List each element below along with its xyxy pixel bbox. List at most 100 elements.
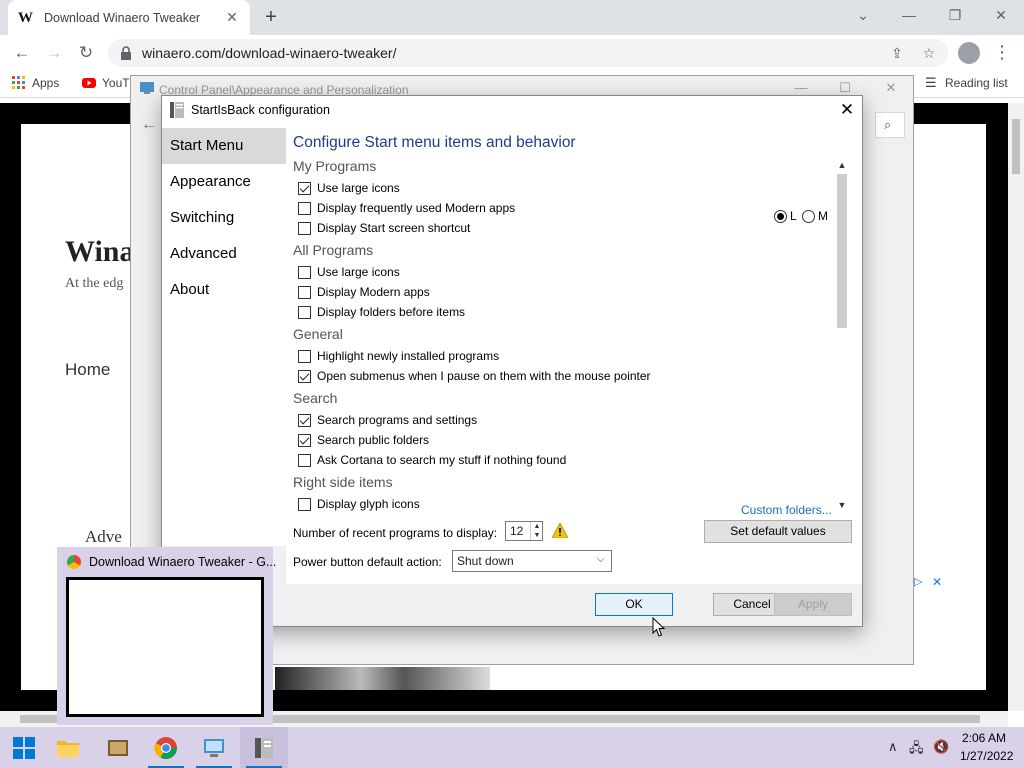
control-panel-icon [140, 82, 154, 94]
minimize-button[interactable]: — [894, 4, 924, 26]
checkbox[interactable] [298, 201, 311, 215]
option-label: Use large icons [317, 181, 400, 195]
nav-item-start-menu[interactable]: Start Menu [162, 128, 286, 164]
option-row[interactable]: Display Modern apps [298, 284, 430, 300]
options-scrollbar[interactable]: ▲ ▼ [834, 160, 850, 512]
chrome-menu-icon[interactable]: ⋮ [992, 41, 1012, 65]
nav-item-switching[interactable]: Switching [162, 200, 286, 236]
windows-logo-icon [13, 737, 35, 759]
option-row[interactable]: Highlight newly installed programs [298, 348, 499, 364]
taskbar-app[interactable] [94, 727, 142, 768]
set-default-values-button[interactable]: Set default values [704, 520, 852, 543]
tab-close-icon[interactable]: ✕ [224, 9, 240, 26]
show-hidden-icons-chevron-icon[interactable]: ∧ [888, 739, 898, 755]
share-icon[interactable]: ⇪ [888, 44, 906, 62]
checkbox[interactable] [298, 349, 311, 363]
radio-button[interactable] [774, 209, 787, 223]
dialog-close-button[interactable]: ✕ [834, 98, 860, 122]
bookmark-apps[interactable]: Apps [12, 76, 59, 90]
site-title[interactable]: Wina [65, 235, 134, 269]
radio-button[interactable] [802, 209, 815, 223]
page-vertical-scrollbar[interactable] [1008, 103, 1024, 711]
home-link[interactable]: Home [65, 360, 110, 380]
checkbox[interactable] [298, 369, 311, 383]
nav-item-advanced[interactable]: Advanced [162, 236, 286, 272]
scrollbar-thumb[interactable] [1012, 119, 1020, 174]
option-label: Highlight newly installed programs [317, 349, 500, 363]
reading-list-button[interactable]: ☰ Reading list [925, 76, 1008, 91]
stepper-value[interactable]: 12 [510, 524, 523, 538]
radio-medium-icons[interactable]: M [802, 209, 828, 223]
option-row[interactable]: Ask Cortana to search my stuff if nothin… [298, 452, 566, 468]
checkbox[interactable] [298, 413, 311, 427]
option-row[interactable]: Use large icons [298, 180, 400, 196]
custom-folders-link[interactable]: Custom folders... [741, 503, 832, 517]
lock-icon[interactable] [120, 46, 132, 60]
checkbox[interactable] [298, 265, 311, 279]
option-row[interactable]: Use large icons [298, 264, 400, 280]
reload-button[interactable]: ↻ [74, 41, 98, 65]
option-row[interactable]: Display Start screen shortcut [298, 220, 470, 236]
option-row[interactable]: Open submenus when I pause on them with … [298, 368, 651, 384]
group-all-programs: All Programs [293, 242, 374, 258]
cp-close-button[interactable]: ✕ [881, 80, 901, 98]
nav-item-appearance[interactable]: Appearance [162, 164, 286, 200]
scroll-up-icon[interactable]: ▲ [837, 160, 847, 170]
recent-programs-stepper[interactable]: 12 ▲ ▼ [505, 521, 543, 541]
address-bar[interactable]: winaero.com/download-winaero-tweaker/ ⇪ … [108, 39, 948, 67]
url-text[interactable]: winaero.com/download-winaero-tweaker/ [142, 45, 396, 61]
ok-button[interactable]: OK [595, 593, 673, 616]
clock-time[interactable]: 2:06 AM [962, 731, 1006, 745]
thumbnail-preview[interactable] [66, 577, 264, 717]
scroll-down-icon[interactable]: ▼ [837, 500, 847, 510]
taskbar-chrome[interactable] [142, 727, 190, 768]
radio-large-icons[interactable]: L [774, 209, 797, 223]
checkbox[interactable] [298, 497, 311, 511]
cp-back-icon[interactable]: ← [141, 116, 157, 134]
volume-muted-icon[interactable]: 🔇 [933, 739, 949, 755]
stepper-up-icon[interactable]: ▲ [531, 522, 543, 531]
scrollbar-thumb[interactable] [837, 174, 847, 328]
cp-search-box[interactable]: ⌕ [875, 112, 905, 138]
checkbox[interactable] [298, 181, 311, 195]
taskbar-control-panel[interactable] [190, 727, 238, 768]
option-row[interactable]: Display glyph icons [298, 496, 420, 512]
adchoices-icon[interactable]: ▷ [914, 575, 928, 589]
power-action-select[interactable]: Shut down ⌵ [452, 550, 612, 572]
start-button[interactable] [0, 727, 48, 768]
network-icon[interactable]: 🖧 [909, 739, 924, 761]
new-tab-button[interactable]: + [260, 6, 282, 28]
nav-item-about[interactable]: About [162, 272, 286, 308]
page-title: Configure Start menu items and behavior [293, 134, 576, 151]
restore-button[interactable]: ❐ [940, 4, 970, 26]
clock-date[interactable]: 1/27/2022 [960, 749, 1013, 763]
bookmark-youtube-label: YouT [102, 76, 130, 90]
forward-button[interactable]: → [42, 41, 66, 65]
option-label: Search public folders [317, 433, 430, 447]
tab-search-icon[interactable]: ⌄ [848, 4, 878, 26]
profile-avatar[interactable] [958, 42, 980, 64]
checkbox[interactable] [298, 285, 311, 299]
bookmark-youtube[interactable]: YouT [82, 76, 130, 90]
checkbox[interactable] [298, 305, 311, 319]
dialog-titlebar[interactable]: StartIsBack configuration ✕ [162, 96, 862, 124]
checkbox[interactable] [298, 453, 311, 467]
taskbar-thumbnail[interactable]: Download Winaero Tweaker - G... [57, 547, 276, 725]
bookmark-star-icon[interactable]: ☆ [920, 44, 938, 62]
apply-button[interactable]: Apply [774, 593, 852, 616]
back-button[interactable]: ← [10, 41, 34, 65]
option-row[interactable]: Search programs and settings [298, 412, 477, 428]
taskbar-file-explorer[interactable] [44, 727, 92, 768]
ad-close-icon[interactable]: ✕ [930, 575, 944, 589]
checkbox[interactable] [298, 433, 311, 447]
close-window-button[interactable]: ✕ [986, 4, 1016, 26]
checkbox[interactable] [298, 221, 311, 235]
option-row[interactable]: Search public folders [298, 432, 429, 448]
stepper-down-icon[interactable]: ▼ [531, 531, 543, 540]
advert-heading: Adve [85, 527, 122, 546]
taskbar-startisback[interactable] [240, 727, 288, 768]
group-right-side-items: Right side items [293, 474, 393, 490]
option-row[interactable]: Display frequently used Modern apps [298, 200, 515, 216]
option-row[interactable]: Display folders before items [298, 304, 465, 320]
browser-tab[interactable]: W Download Winaero Tweaker ✕ [8, 0, 250, 35]
